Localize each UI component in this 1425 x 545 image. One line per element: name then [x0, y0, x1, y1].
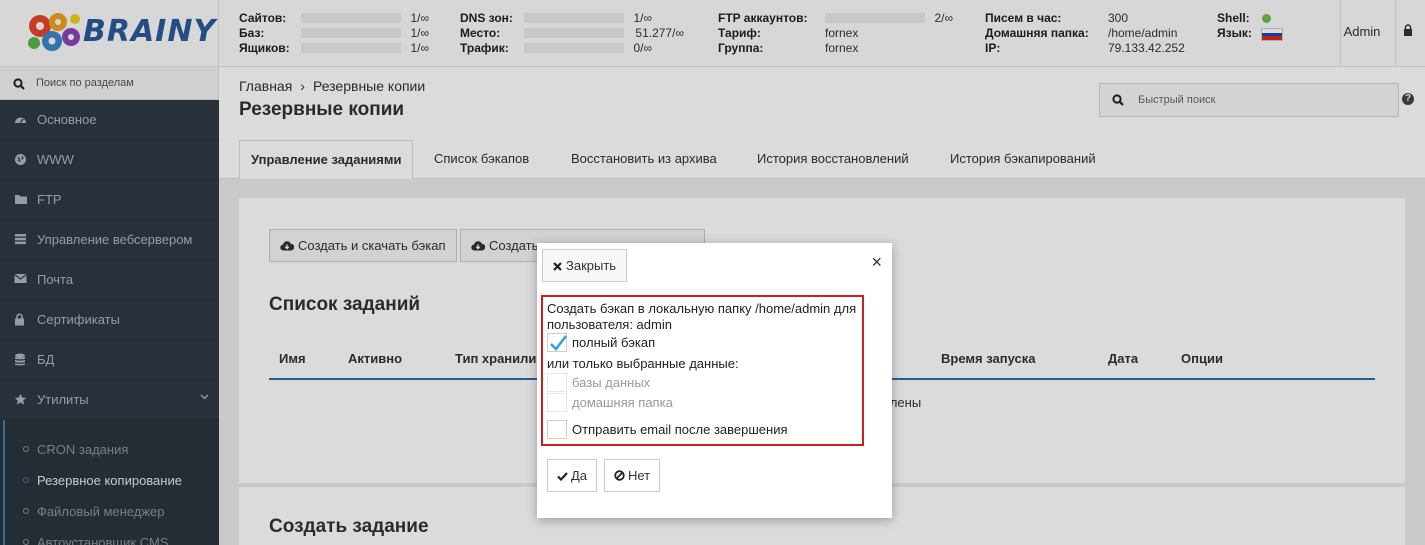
home-folder-label: домашняя папка	[572, 395, 673, 410]
backup-modal: Закрыть × Создать бэкап в локальную папк…	[537, 243, 892, 518]
send-email-label: Отправить email после завершения	[572, 422, 788, 437]
backup-description: Создать бэкап в локальную папку /home/ad…	[547, 301, 857, 332]
check-icon	[557, 472, 568, 481]
close-icon	[553, 262, 562, 271]
databases-checkbox[interactable]	[547, 373, 567, 392]
full-backup-checkbox[interactable]	[547, 333, 567, 352]
checkmark-icon	[550, 335, 567, 351]
yes-button[interactable]: Да	[547, 459, 598, 492]
modal-close-x[interactable]: ×	[871, 252, 882, 273]
no-button[interactable]: Нет	[604, 459, 661, 492]
backup-options-frame: Создать бэкап в локальную папку /home/ad…	[541, 295, 864, 446]
selective-data-label: или только выбранные данные:	[547, 356, 739, 371]
full-backup-label: полный бэкап	[572, 335, 656, 350]
send-email-checkbox[interactable]	[547, 420, 567, 439]
ban-icon	[614, 470, 625, 481]
databases-label: базы данных	[572, 375, 651, 390]
close-button[interactable]: Закрыть	[542, 249, 628, 282]
home-folder-checkbox[interactable]	[547, 393, 567, 412]
